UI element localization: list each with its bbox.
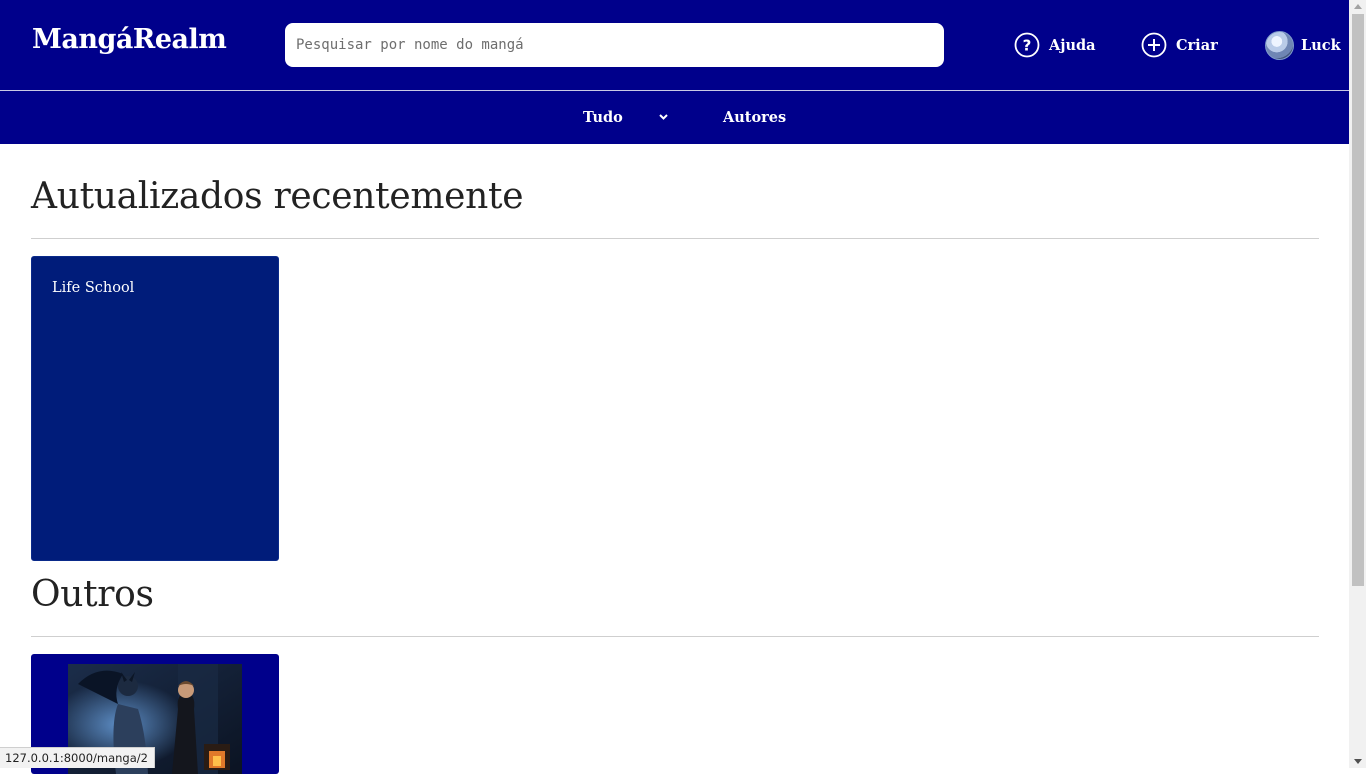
- section-divider: [31, 636, 1319, 637]
- category-nav: Tudo Autores: [0, 91, 1349, 144]
- help-button[interactable]: ? Ajuda: [1014, 30, 1096, 60]
- user-name: Luck: [1301, 36, 1341, 54]
- scrollbar-thumb[interactable]: [1352, 14, 1364, 586]
- section-title-recent: Autualizados recentemente: [31, 176, 524, 217]
- section-title-others: Outros: [31, 574, 154, 615]
- manga-card[interactable]: Life School: [31, 256, 279, 561]
- create-label: Criar: [1176, 36, 1218, 54]
- help-label: Ajuda: [1049, 36, 1096, 54]
- plus-circle-icon: [1141, 32, 1167, 58]
- site-logo[interactable]: MangáRealm: [32, 24, 227, 55]
- manga-card-title: Life School: [52, 280, 135, 296]
- filter-dropdown[interactable]: Tudo: [583, 109, 623, 126]
- svg-text:?: ?: [1023, 37, 1032, 55]
- chevron-down-icon[interactable]: [658, 111, 669, 122]
- scroll-up-arrow-icon[interactable]: [1354, 4, 1362, 9]
- section-divider: [31, 238, 1319, 239]
- avatar: [1265, 30, 1294, 60]
- question-circle-icon: ?: [1014, 32, 1040, 58]
- scroll-down-arrow-icon[interactable]: [1354, 759, 1362, 764]
- search-input[interactable]: [285, 23, 944, 67]
- top-navbar: MangáRealm ? Ajuda Criar Luck: [0, 0, 1349, 91]
- user-menu[interactable]: Luck: [1265, 30, 1341, 60]
- create-button[interactable]: Criar: [1141, 30, 1218, 60]
- scrollbar[interactable]: [1349, 0, 1366, 768]
- authors-link[interactable]: Autores: [723, 109, 786, 126]
- status-bar-url: 127.0.0.1:8000/manga/2: [0, 747, 155, 768]
